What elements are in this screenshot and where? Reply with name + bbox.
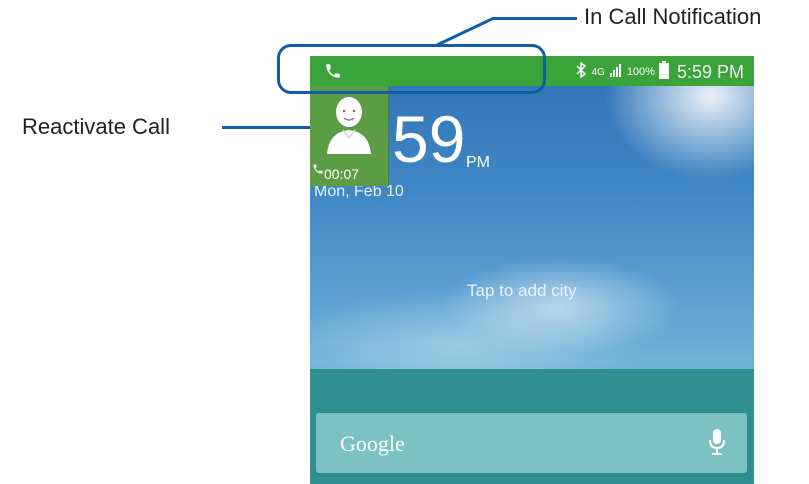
reactivate-leader-line — [222, 126, 318, 129]
search-label: Google — [340, 431, 405, 456]
network-type: 4G — [591, 66, 605, 78]
battery-icon — [658, 60, 669, 84]
contact-avatar-icon — [327, 97, 371, 154]
in-call-notification-highlight — [277, 44, 546, 94]
weather-add-city[interactable]: Tap to add city — [467, 281, 577, 301]
status-time: 5:59 PM — [676, 61, 744, 82]
clock-time: 59 — [392, 102, 466, 176]
phone-screen: 4G 100% 5:59 PM 59 PM Mon, Feb 10 Tap to… — [310, 56, 754, 484]
google-search-bar[interactable]: Google — [316, 413, 747, 473]
reactivate-call-widget[interactable]: 00:07 — [310, 86, 389, 186]
microphone-icon[interactable] — [709, 429, 725, 460]
signal-icon — [609, 63, 623, 82]
call-duration: 00:07 — [324, 166, 360, 182]
reactivate-call-label: Reactivate Call — [22, 114, 170, 139]
bluetooth-icon — [575, 61, 587, 83]
status-icons: 4G 100% 5:59 PM — [575, 60, 744, 84]
call-duration-icon — [312, 162, 324, 180]
clock-ampm: PM — [466, 154, 490, 171]
battery-percent: 100% — [626, 66, 655, 78]
